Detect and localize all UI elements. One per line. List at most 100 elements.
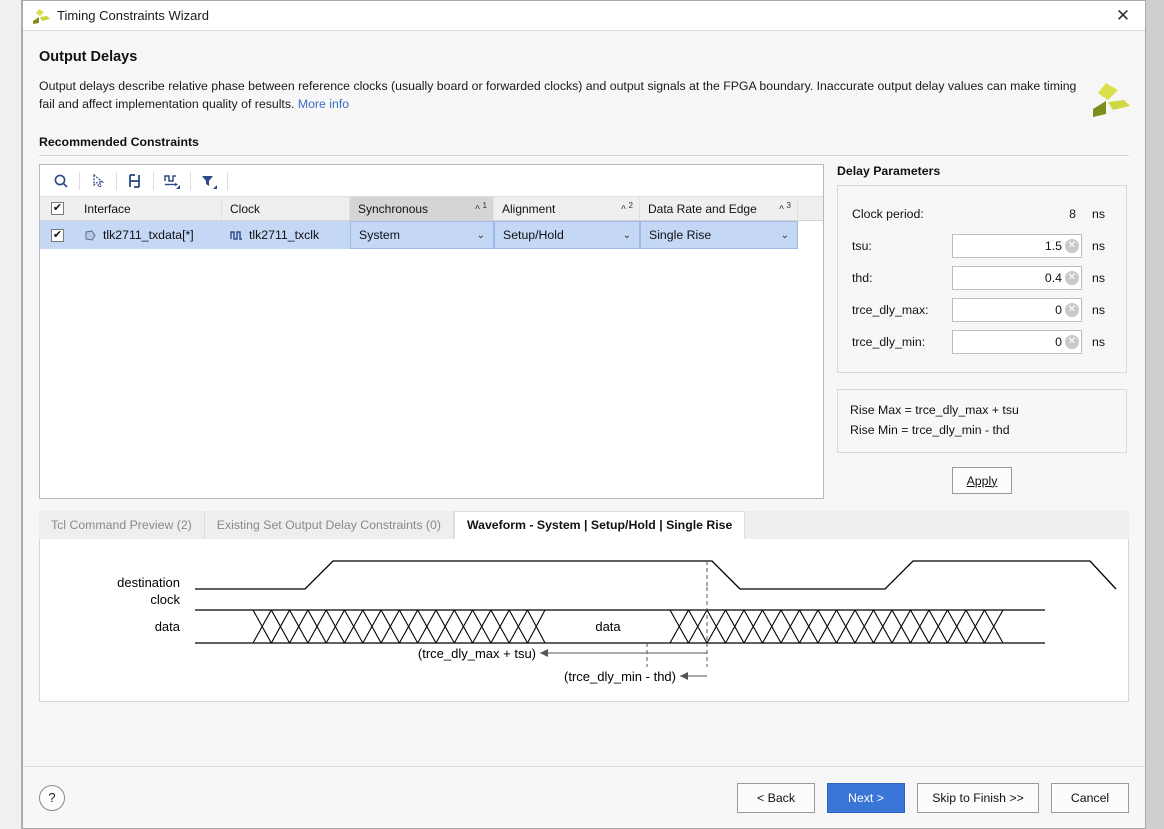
trce-dly-min-value: 0 — [1055, 335, 1062, 349]
column-header-synchronous[interactable]: Synchronous ^ 1 — [350, 197, 494, 220]
toolbar-separator — [153, 172, 154, 190]
column-header-clock[interactable]: Clock — [222, 197, 350, 220]
toolbar-separator — [116, 172, 117, 190]
tab-bar-filler — [745, 511, 1129, 539]
select-all-checkbox-cell: ✔ — [40, 197, 76, 220]
tsu-unit: ns — [1092, 239, 1105, 253]
chevron-down-icon[interactable]: ⌄ — [477, 230, 485, 241]
trce-dly-max-input[interactable]: 0 ✕ — [952, 298, 1082, 322]
column-header-data-rate-label: Data Rate and Edge — [648, 202, 757, 216]
cell-clock: tlk2711_txclk — [222, 221, 350, 249]
tab-bar: Tcl Command Preview (2) Existing Set Out… — [39, 511, 1129, 539]
cell-filler — [798, 221, 823, 249]
sort-order-3: 3 — [787, 201, 791, 210]
cancel-button[interactable]: Cancel — [1051, 783, 1129, 813]
tab-waveform-label: Waveform - System | Setup/Hold | Single … — [467, 518, 732, 532]
clear-icon[interactable]: ✕ — [1065, 271, 1079, 285]
trce-dly-min-input[interactable]: 0 ✕ — [952, 330, 1082, 354]
dialog-title: Timing Constraints Wizard — [57, 8, 209, 23]
clear-icon[interactable]: ✕ — [1065, 303, 1079, 317]
tab-tcl-command-preview-label: Tcl Command Preview (2) — [51, 518, 192, 532]
search-icon[interactable] — [46, 168, 76, 194]
thd-input[interactable]: 0.4 ✕ — [952, 266, 1082, 290]
apply-button-label: Apply — [967, 474, 998, 488]
skip-to-finish-button[interactable]: Skip to Finish >> — [917, 783, 1039, 813]
select-all-checkbox[interactable]: ✔ — [51, 202, 64, 215]
help-button[interactable]: ? — [39, 785, 65, 811]
param-row-tsu: tsu: 1.5 ✕ ns — [852, 230, 1112, 262]
row-checkbox-cell: ✔ — [40, 221, 76, 249]
sort-indicator-2: ^ 2 — [621, 201, 633, 215]
close-icon[interactable]: ✕ — [1101, 1, 1145, 31]
measurement-guides — [647, 561, 707, 667]
column-header-interface[interactable]: Interface — [76, 197, 222, 220]
column-header-data-rate-and-edge[interactable]: Data Rate and Edge ^ 3 — [640, 197, 798, 220]
chevron-down-icon[interactable]: ⌄ — [781, 230, 789, 241]
chevron-down-icon[interactable]: ⌄ — [623, 230, 631, 241]
apply-button[interactable]: Apply — [952, 467, 1013, 494]
waveform-icon[interactable] — [157, 168, 187, 194]
clock-period-unit: ns — [1092, 207, 1105, 221]
tsu-label: tsu: — [852, 239, 952, 253]
table-toolbar — [40, 165, 823, 197]
port-bus-icon — [84, 229, 97, 242]
constraints-and-parameters-row: ✔ Interface Clock Synchronous ^ 1 Alignm… — [39, 164, 1129, 499]
dialog-titlebar: Timing Constraints Wizard ✕ — [23, 1, 1145, 31]
column-header-alignment[interactable]: Alignment ^ 2 — [494, 197, 640, 220]
tsu-input[interactable]: 1.5 ✕ — [952, 234, 1082, 258]
trce-dly-min-label: trce_dly_min: — [852, 335, 952, 349]
row-checkbox[interactable]: ✔ — [51, 229, 64, 242]
clock-period-value: 8 — [952, 207, 1082, 221]
delay-parameters-box: Clock period: 8 ns tsu: 1.5 ✕ ns thd: — [837, 185, 1127, 373]
clear-icon[interactable]: ✕ — [1065, 335, 1079, 349]
page-title: Output Delays — [39, 49, 1129, 65]
select-pointer-icon[interactable] — [83, 168, 113, 194]
timing-constraints-wizard-dialog: Timing Constraints Wizard ✕ Output Delay… — [22, 0, 1146, 829]
clock-period-label: Clock period: — [852, 207, 952, 221]
tab-tcl-command-preview[interactable]: Tcl Command Preview (2) — [39, 511, 205, 539]
auto-fit-columns-icon[interactable] — [120, 168, 150, 194]
trce-dly-max-label: trce_dly_max: — [852, 303, 952, 317]
cell-alignment-dropdown[interactable]: Setup/Hold ⌄ — [494, 221, 640, 249]
waveform-diagram: data (trce_dly_max + tsu) — [39, 539, 1129, 702]
back-button[interactable]: < Back — [737, 783, 815, 813]
more-info-link[interactable]: More info — [298, 97, 349, 111]
param-row-thd: thd: 0.4 ✕ ns — [852, 262, 1112, 294]
tab-waveform[interactable]: Waveform - System | Setup/Hold | Single … — [454, 511, 745, 539]
table-row[interactable]: ✔ tlk2711_txdata[*] — [40, 221, 823, 249]
thd-label: thd: — [852, 271, 952, 285]
back-button-label: < Back — [757, 791, 795, 805]
delay-parameters-title: Delay Parameters — [837, 164, 1127, 178]
background-device-view-right — [1146, 0, 1164, 829]
clear-icon[interactable]: ✕ — [1065, 239, 1079, 253]
apply-button-row: Apply — [837, 467, 1127, 494]
page-description: Output delays describe relative phase be… — [39, 77, 1087, 113]
annotation-rise-min-label: (trce_dly_min - thd) — [564, 669, 676, 684]
annotation-rise-max-label: (trce_dly_max + tsu) — [418, 646, 536, 661]
column-header-synchronous-label: Synchronous — [358, 202, 428, 216]
next-button[interactable]: Next > — [827, 783, 905, 813]
thd-unit: ns — [1092, 271, 1105, 285]
cell-synchronous-dropdown[interactable]: System ⌄ — [350, 221, 494, 249]
cell-data-rate-dropdown[interactable]: Single Rise ⌄ — [640, 221, 798, 249]
sort-order-1: 1 — [483, 201, 487, 210]
clock-edge-1 — [195, 561, 740, 589]
arrow-rise-min — [680, 672, 707, 680]
cell-clock-label: tlk2711_txclk — [249, 228, 319, 242]
recommended-constraints-title: Recommended Constraints — [39, 135, 1129, 149]
tab-existing-constraints[interactable]: Existing Set Output Delay Constraints (0… — [205, 511, 454, 539]
signal-label-data: data — [155, 619, 181, 634]
trce-dly-max-unit: ns — [1092, 303, 1105, 317]
next-button-label: Next > — [848, 791, 884, 805]
data-bus-label: data — [595, 619, 621, 634]
cancel-button-label: Cancel — [1071, 791, 1109, 805]
thd-value: 0.4 — [1045, 271, 1062, 285]
dialog-footer: ? < Back Next > Skip to Finish >> Cancel — [23, 766, 1145, 828]
skip-to-finish-button-label: Skip to Finish >> — [932, 791, 1024, 805]
param-row-trce-dly-min: trce_dly_min: 0 ✕ ns — [852, 326, 1112, 358]
signal-label-destination: destination — [117, 575, 180, 590]
trce-dly-max-value: 0 — [1055, 303, 1062, 317]
filter-icon[interactable] — [194, 168, 224, 194]
cell-synchronous-label: System — [359, 228, 400, 242]
section-divider — [39, 155, 1129, 156]
